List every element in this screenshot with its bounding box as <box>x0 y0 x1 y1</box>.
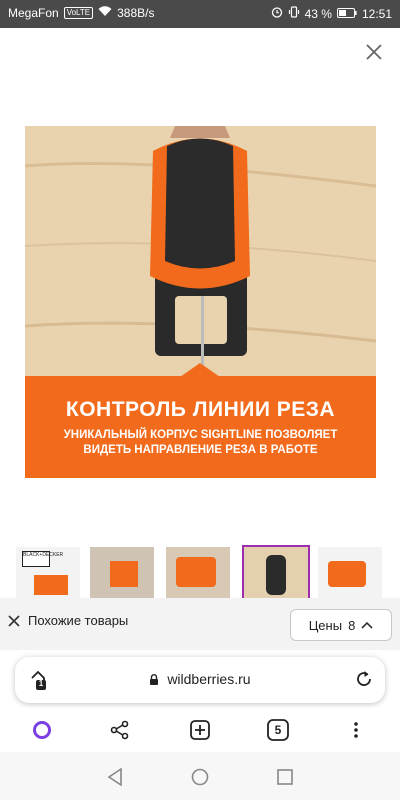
reload-button[interactable] <box>355 670 373 693</box>
battery-percent: 43 % <box>304 6 332 21</box>
prices-button[interactable]: Цены 8 <box>290 609 392 641</box>
browser-toolbar: 5 <box>0 710 400 750</box>
back-button[interactable] <box>104 766 126 788</box>
url-text: wildberries.ru <box>167 671 251 687</box>
alice-icon <box>33 721 51 739</box>
url-display[interactable]: wildberries.ru <box>15 671 385 687</box>
new-tab-button[interactable] <box>186 716 214 744</box>
banner-subline-2: ВИДЕТЬ НАПРАВЛЕНИЕ РЕЗА В РАБОТЕ <box>83 444 318 456</box>
thumbnail-2[interactable] <box>90 547 154 600</box>
recents-square-icon <box>277 769 293 785</box>
vibrate-icon <box>288 6 300 21</box>
wifi-icon <box>98 6 112 20</box>
filter-bar: Похожие товары Цены 8 <box>0 598 400 650</box>
plus-square-icon <box>190 720 210 740</box>
prices-count: 8 <box>348 617 356 633</box>
clock: 12:51 <box>361 6 392 21</box>
tabs-button[interactable]: 5 <box>264 716 292 744</box>
volte-badge: VoLTE <box>63 7 94 19</box>
jigsaw-photo <box>25 126 376 386</box>
tab-count: 5 <box>274 723 282 737</box>
thumbnail-strip: BLACK+DECKER <box>0 545 400 600</box>
banner-background <box>25 363 376 478</box>
carrier-name: MegaFon <box>8 6 59 20</box>
lock-icon <box>150 674 159 685</box>
thumbnail-3[interactable] <box>166 547 230 600</box>
close-icon[interactable] <box>8 614 20 627</box>
banner-subline-1: УНИКАЛЬНЫЙ КОРПУС SIGHTLINE ПОЗВОЛЯЕТ <box>63 429 338 441</box>
home-button[interactable] <box>189 766 211 788</box>
prices-label: Цены <box>308 617 343 633</box>
network-speed: 388B/s <box>117 6 155 20</box>
more-vertical-icon <box>354 722 358 738</box>
address-bar[interactable]: 1 wildberries.ru <box>15 657 385 703</box>
similar-products[interactable]: Похожие товары <box>8 613 128 628</box>
status-bar: MegaFon VoLTE 388B/s 43 % 12:51 <box>0 0 400 28</box>
thumbnail-4-selected[interactable] <box>242 545 310 600</box>
alice-button[interactable] <box>28 716 56 744</box>
banner-subline: УНИКАЛЬНЫЙ КОРПУС SIGHTLINE ПОЗВОЛЯЕТ ВИ… <box>25 428 376 458</box>
chevron-up-icon <box>361 621 373 629</box>
brand-logo: BLACK+DECKER <box>22 551 63 567</box>
home-circle-icon <box>191 768 209 786</box>
share-button[interactable] <box>106 716 134 744</box>
close-icon <box>366 44 382 60</box>
recents-button[interactable] <box>274 766 296 788</box>
reload-icon <box>357 671 371 686</box>
system-nav-bar <box>0 752 400 800</box>
close-viewer-button[interactable] <box>360 38 388 66</box>
back-triangle-icon <box>107 768 122 786</box>
banner-headline: КОНТРОЛЬ ЛИНИИ РЕЗА <box>65 398 336 421</box>
menu-button[interactable] <box>342 716 370 744</box>
thumbnail-5[interactable] <box>318 547 382 600</box>
share-icon <box>110 720 129 740</box>
thumbnail-1[interactable]: BLACK+DECKER <box>16 547 80 600</box>
alarm-icon <box>271 6 283 21</box>
similar-products-label: Похожие товары <box>28 613 129 628</box>
battery-icon <box>336 7 357 21</box>
product-image[interactable]: КОНТРОЛЬ ЛИНИИ РЕЗА УНИКАЛЬНЫЙ КОРПУС SI… <box>25 126 376 478</box>
